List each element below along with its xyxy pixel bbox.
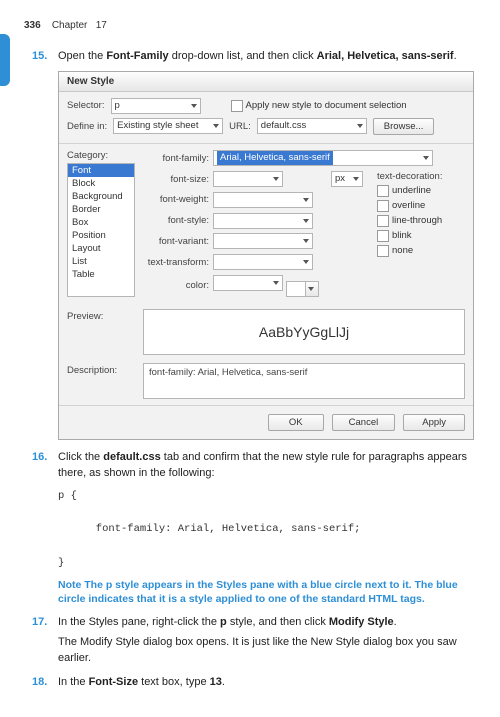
text-transform-select[interactable] [213,254,313,270]
category-item-box[interactable]: Box [68,216,134,229]
font-weight-select[interactable] [213,192,313,208]
font-style-select[interactable] [213,213,313,229]
step-number: 17. [32,615,47,631]
preview-box: AaBbYyGgLlJj [143,309,465,355]
category-item-layout[interactable]: Layout [68,242,134,255]
define-in-select[interactable]: Existing style sheet [113,118,223,134]
note-block: Note The p style appears in the Styles p… [58,578,472,607]
font-variant-select[interactable] [213,233,313,249]
chapter-label: Chapter [52,20,88,31]
deco-blink[interactable]: blink [377,230,465,242]
cancel-button[interactable]: Cancel [332,414,396,431]
category-item-position[interactable]: Position [68,229,134,242]
step-17-line2: The Modify Style dialog box opens. It is… [58,635,472,667]
font-size-label: font-size: [143,174,213,185]
page-number: 336 [24,20,41,31]
code-block: p { font-family: Arial, Helvetica, sans-… [58,488,472,572]
category-item-block[interactable]: Block [68,177,134,190]
color-swatch[interactable] [286,281,306,297]
category-item-font[interactable]: Font [68,164,134,177]
step-number: 15. [32,49,47,65]
chapter-tab [0,34,10,86]
step-18: 18. In the Font-Size text box, type 13. [58,675,472,691]
selector-label: Selector: [67,100,105,111]
description-label: Description: [67,361,135,376]
define-in-label: Define in: [67,121,107,132]
color-input[interactable] [213,275,283,291]
chapter-number: 17 [96,20,107,31]
apply-button[interactable]: Apply [403,414,465,431]
font-weight-label: font-weight: [143,194,213,205]
deco-underline[interactable]: underline [377,185,465,197]
font-family-select[interactable]: Arial, Helvetica, sans-serif [213,150,433,166]
dialog-title: New Style [59,72,473,92]
step-number: 18. [32,675,47,691]
font-style-label: font-style: [143,215,213,226]
checkbox-icon [231,100,243,112]
url-label: URL: [229,121,251,132]
color-label: color: [143,280,213,291]
category-label: Category: [67,150,135,161]
text-transform-label: text-transform: [143,257,213,268]
running-head: 336 Chapter 17 [24,20,472,31]
font-family-label: font-family: [143,153,213,164]
deco-overline[interactable]: overline [377,200,465,212]
description-box: font-family: Arial, Helvetica, sans-seri… [143,363,465,399]
preview-label: Preview: [67,307,135,322]
category-listbox[interactable]: Font Block Background Border Box Positio… [67,163,135,297]
step-16: 16. Click the default.css tab and confir… [58,450,472,482]
new-style-dialog: New Style Selector: p Apply new style to… [58,71,474,440]
text-decoration-label: text-decoration: [377,171,465,182]
apply-selection-checkbox[interactable]: Apply new style to document selection [231,100,407,112]
step-number: 16. [32,450,47,466]
deco-line-through[interactable]: line-through [377,215,465,227]
font-size-select[interactable] [213,171,283,187]
category-item-border[interactable]: Border [68,203,134,216]
category-item-background[interactable]: Background [68,190,134,203]
font-variant-label: font-variant: [143,236,213,247]
step-17: 17. In the Styles pane, right-click the … [58,615,472,667]
category-item-list[interactable]: List [68,255,134,268]
browse-button[interactable]: Browse... [373,118,435,135]
step-15: 15. Open the Font-Family drop-down list,… [58,49,472,65]
category-item-table[interactable]: Table [68,268,134,281]
font-size-unit-select[interactable]: px [331,171,363,187]
color-picker-button[interactable] [306,281,319,297]
deco-none[interactable]: none [377,245,465,257]
url-select[interactable]: default.css [257,118,367,134]
ok-button[interactable]: OK [268,414,324,431]
selector-select[interactable]: p [111,98,201,114]
